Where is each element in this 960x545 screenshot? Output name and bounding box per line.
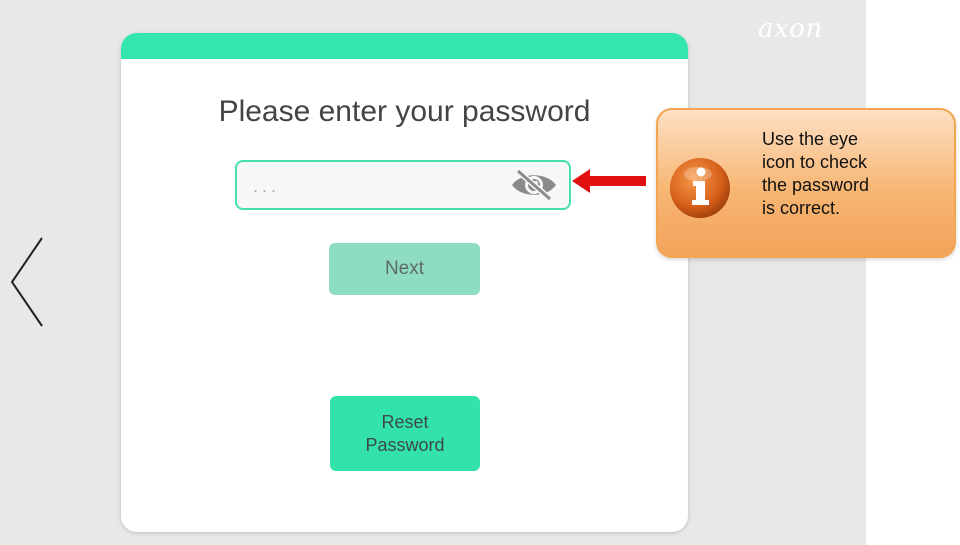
chevron-left-icon[interactable] xyxy=(8,232,48,332)
info-icon xyxy=(670,158,730,218)
callout-line: Use the eye xyxy=(762,129,859,149)
tip-callout: Use the eye icon to check the password i… xyxy=(656,108,956,258)
app-screen: axon Please enter your password Next Res… xyxy=(0,0,866,545)
card-header-bar xyxy=(121,33,688,59)
reset-password-label-line1: Reset xyxy=(381,411,429,432)
callout-line: icon to check xyxy=(762,152,868,172)
password-card: Please enter your password Next Reset Pa… xyxy=(121,33,688,532)
next-button[interactable]: Next xyxy=(329,243,480,295)
callout-text: Use the eye icon to check the password i… xyxy=(762,128,942,220)
arrow-left-icon xyxy=(572,169,646,193)
reset-password-label-line2: Password xyxy=(365,434,445,455)
reset-password-button[interactable]: Reset Password xyxy=(330,396,480,471)
password-input[interactable] xyxy=(251,170,505,202)
password-field[interactable] xyxy=(235,160,571,210)
callout-line: is correct. xyxy=(762,198,841,218)
page-title: Please enter your password xyxy=(218,95,591,128)
callout-line: the password xyxy=(762,175,870,195)
eye-slash-icon[interactable] xyxy=(509,168,559,202)
axon-logo: axon xyxy=(758,14,823,44)
